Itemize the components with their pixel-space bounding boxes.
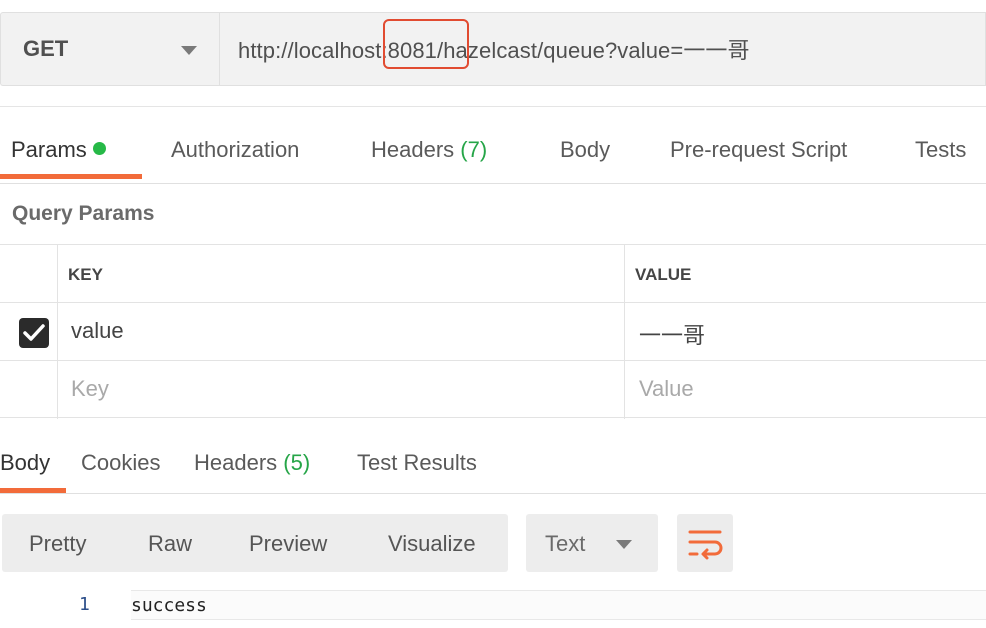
response-tab-test-results[interactable]: Test Results	[357, 450, 477, 476]
method-label: GET	[23, 36, 69, 61]
line-number: 1	[79, 594, 90, 615]
response-tabs: Body Cookies Headers (5) Test Results	[0, 418, 986, 494]
port-highlight-annotation	[383, 19, 469, 69]
param-value: 一一哥	[639, 323, 706, 348]
response-tab-cookies-label: Cookies	[81, 450, 161, 475]
tab-headers-label: Headers	[371, 137, 455, 162]
param-checkbox[interactable]	[19, 318, 49, 348]
response-tab-body[interactable]: Body	[0, 450, 50, 476]
view-visualize-button[interactable]: Visualize	[388, 531, 476, 557]
url-text: http://localhost:8081/hazelcast/queue?va…	[238, 38, 750, 63]
wrap-lines-button[interactable]	[677, 514, 733, 572]
response-tab-test-results-label: Test Results	[357, 450, 477, 475]
tab-params-label: Params	[11, 137, 87, 162]
active-dot-icon	[92, 142, 106, 155]
response-tab-headers-count: (5)	[283, 450, 311, 475]
new-value-field[interactable]: Value	[625, 361, 986, 419]
response-tab-cookies[interactable]: Cookies	[81, 450, 160, 476]
table-row: value 一一哥	[0, 302, 986, 361]
column-header-key: KEY	[68, 265, 103, 284]
query-params-title: Query Params	[12, 202, 155, 225]
table-row-empty: Key Value	[0, 360, 986, 419]
param-key: value	[71, 318, 124, 343]
view-mode-group: Pretty Raw Preview Visualize	[2, 514, 508, 572]
format-label: Text	[545, 531, 586, 556]
response-tab-headers-label: Headers	[194, 450, 278, 475]
wrap-lines-icon	[688, 530, 723, 560]
new-key-field[interactable]: Key	[58, 361, 625, 419]
value-placeholder: Value	[639, 376, 694, 401]
view-raw-button[interactable]: Raw	[148, 531, 192, 557]
tab-tests-label: Tests	[915, 137, 967, 162]
view-preview-button[interactable]: Preview	[249, 531, 327, 557]
tab-params[interactable]: Params	[11, 137, 106, 163]
response-body-text: success	[131, 595, 207, 616]
view-pretty-button[interactable]: Pretty	[29, 531, 86, 557]
tab-pre-request-script-label: Pre-request Script	[670, 137, 848, 162]
tab-pre-request-script[interactable]: Pre-request Script	[670, 137, 847, 163]
chevron-down-icon	[181, 46, 197, 55]
param-key-cell[interactable]: value	[58, 303, 625, 361]
response-body-editor[interactable]: success	[131, 590, 986, 620]
format-select[interactable]: Text	[526, 514, 658, 572]
tab-authorization-label: Authorization	[171, 137, 300, 162]
tab-headers-count: (7)	[460, 137, 488, 162]
param-value-cell[interactable]: 一一哥	[625, 303, 986, 361]
table-header-row: KEY VALUE	[0, 244, 986, 303]
request-tabs: Params Authorization Headers (7) Body Pr…	[0, 106, 986, 184]
tab-body-label: Body	[560, 137, 611, 162]
params-table: KEY VALUE value 一一哥 Key Value	[0, 244, 986, 419]
response-tab-headers[interactable]: Headers (5)	[194, 450, 310, 476]
checkmark-icon	[23, 324, 45, 341]
tab-headers[interactable]: Headers (7)	[371, 137, 487, 163]
url-input[interactable]: http://localhost:8081/hazelcast/queue?va…	[219, 12, 986, 86]
response-tab-body-label: Body	[0, 450, 51, 475]
tab-body[interactable]: Body	[560, 137, 610, 163]
tab-tests[interactable]: Tests	[915, 137, 966, 163]
key-placeholder: Key	[71, 376, 109, 401]
chevron-down-icon	[616, 540, 632, 549]
method-select[interactable]: GET	[0, 12, 219, 86]
response-active-underline	[0, 488, 66, 493]
active-tab-underline	[0, 174, 142, 179]
column-header-value: VALUE	[635, 265, 692, 284]
tab-authorization[interactable]: Authorization	[171, 137, 299, 163]
